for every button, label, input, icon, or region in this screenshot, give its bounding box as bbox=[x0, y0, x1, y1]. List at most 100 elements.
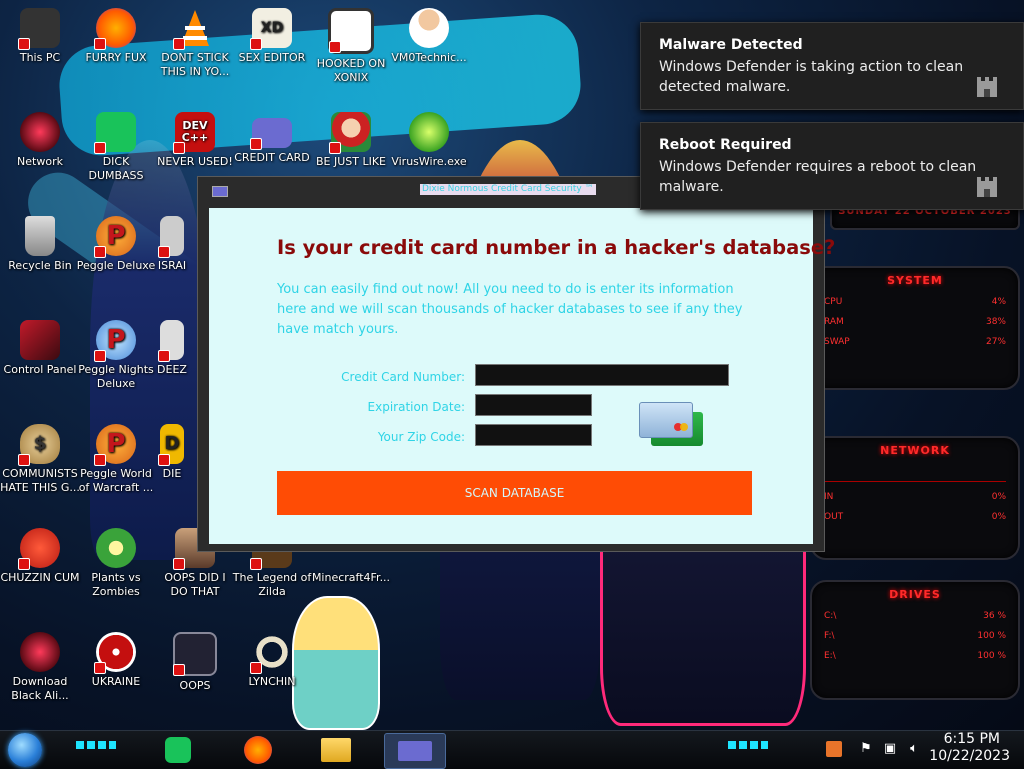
icon-label: Minecraft4Fr... bbox=[311, 571, 391, 584]
gadget-row: OUT 0% bbox=[812, 512, 1018, 522]
taskbar-file-explorer[interactable] bbox=[314, 733, 358, 767]
icon-label: VM0Technic... bbox=[391, 51, 467, 64]
row-value: 27% bbox=[985, 337, 1006, 347]
volume-icon[interactable]: 🔈︎ bbox=[906, 741, 922, 757]
row-value: 0% bbox=[991, 512, 1006, 522]
row-value: 36 % bbox=[983, 611, 1006, 621]
icon-glyph: P bbox=[106, 325, 126, 355]
icon-label: COMMUNISTS HATE THIS G... bbox=[0, 467, 80, 494]
gadget-row: F:\ 100 % bbox=[812, 631, 1018, 641]
tray-app-icon[interactable] bbox=[826, 741, 842, 757]
desktop-icon-credit-card[interactable]: CREDIT CARD bbox=[232, 112, 312, 165]
icon-label: CHUZZIN CUM bbox=[0, 571, 80, 584]
firefox-icon bbox=[94, 8, 136, 50]
icon-label: The Legend of Zilda bbox=[232, 571, 312, 598]
icon-label: Control Panel bbox=[3, 363, 77, 376]
icon-label: OOPS DID I DO THAT bbox=[164, 571, 226, 598]
alien-icon bbox=[20, 632, 60, 672]
desktop-icon-dick-dumbass[interactable]: DICK DUMBASS bbox=[76, 112, 156, 183]
hxd-icon: XD bbox=[250, 8, 292, 50]
vlc-cone-icon bbox=[173, 8, 215, 50]
network-title: NETWORK bbox=[880, 444, 950, 457]
description-text: You can easily find out now! All you nee… bbox=[277, 282, 743, 337]
taskbar-firefox[interactable] bbox=[236, 733, 280, 767]
desktop-icon-be-just-like[interactable]: BE JUST LIKE bbox=[311, 112, 391, 169]
control-panel-icon bbox=[20, 320, 60, 360]
app-icon bbox=[158, 216, 184, 258]
network-status-icon[interactable]: ▣ bbox=[882, 741, 898, 757]
icon-label: SEX EDITOR bbox=[238, 51, 306, 64]
chuzzle-icon bbox=[18, 528, 60, 570]
icon-label: DICK DUMBASS bbox=[88, 155, 144, 182]
desktop-icon-deez[interactable]: DEEZ bbox=[142, 320, 202, 377]
desktop-icon-lynching[interactable]: LYNCHIN bbox=[232, 632, 312, 689]
toast-body: Windows Defender requires a reboot to cl… bbox=[659, 159, 977, 195]
icon-label: CREDIT CARD bbox=[234, 151, 310, 164]
desktop-icon-download-black[interactable]: Download Black Ali... bbox=[0, 632, 80, 703]
start-button[interactable] bbox=[8, 733, 42, 767]
taskbar: ⚑ ▣ 🔈︎ 6:15 PM 10/22/2023 bbox=[0, 730, 1024, 769]
gadget-row: RAM 38% bbox=[812, 317, 1018, 327]
window-title: Dixie Normous Credit Card Security ™ bbox=[420, 184, 596, 195]
clock-date[interactable]: 10/22/2023 bbox=[929, 748, 1010, 764]
desktop-icon-never-used[interactable]: DEV C++ NEVER USED! bbox=[155, 112, 235, 169]
icon-label: DONT STICK THIS IN YO... bbox=[160, 51, 230, 78]
toast-malware-detected[interactable]: Malware Detected Windows Defender is tak… bbox=[640, 22, 1024, 110]
desktop-icon-oops[interactable]: OOPS bbox=[155, 632, 235, 693]
desktop-icon-furry-fux[interactable]: FURRY FUX bbox=[76, 8, 156, 65]
notes-icon bbox=[165, 737, 191, 763]
toast-reboot-required[interactable]: Reboot Required Windows Defender require… bbox=[640, 122, 1024, 210]
card-number-input[interactable] bbox=[475, 364, 729, 386]
scan-database-button[interactable]: SCAN DATABASE bbox=[277, 471, 752, 515]
zip-input[interactable] bbox=[475, 424, 592, 446]
drives-title: DRIVES bbox=[889, 588, 941, 601]
clock-time[interactable]: 6:15 PM bbox=[944, 731, 1000, 747]
desktop-icon-network[interactable]: Network bbox=[0, 112, 80, 169]
gadget-row: E:\ 100 % bbox=[812, 651, 1018, 661]
row-label: E:\ bbox=[824, 651, 836, 661]
notes-icon bbox=[94, 112, 136, 154]
desktop-icon-ukraine[interactable]: UKRAINE bbox=[76, 632, 156, 689]
defender-castle-icon bbox=[975, 177, 999, 197]
icon-label: NEVER USED! bbox=[157, 155, 233, 168]
row-label: SWAP bbox=[824, 337, 850, 347]
desktop-icon-vm0technic[interactable]: VM0Technic... bbox=[389, 8, 469, 65]
row-value: 0% bbox=[991, 492, 1006, 502]
flag-icon[interactable]: ⚑ bbox=[858, 741, 874, 757]
icon-label: FURRY FUX bbox=[85, 51, 147, 64]
desktop-icon-communists[interactable]: $ COMMUNISTS HATE THIS G... bbox=[0, 424, 80, 495]
row-label: RAM bbox=[824, 317, 844, 327]
desktop-icon-this-pc[interactable]: This PC bbox=[0, 8, 80, 65]
credit-card-security-window[interactable]: Dixie Normous Credit Card Security ™ Is … bbox=[197, 176, 835, 552]
desktop-icon-plants-vs-zombies[interactable]: Plants vs Zombies bbox=[76, 528, 156, 599]
desktop: This PC FURRY FUX DONT STICK THIS IN YO.… bbox=[0, 0, 1024, 730]
system-gadget: SYSTEM CPU 4% RAM 38% SWAP 27% bbox=[810, 266, 1020, 390]
desktop-icon-chuzzin-cum[interactable]: CHUZZIN CUM bbox=[0, 528, 80, 585]
card-number-label: Credit Card Number: bbox=[341, 370, 465, 384]
page-title: Is your credit card number in a hacker's… bbox=[277, 236, 836, 259]
peggle-icon: P bbox=[94, 216, 136, 258]
desktop-icon-die[interactable]: D DIE bbox=[142, 424, 202, 481]
network-gadget: NETWORK IN 0% OUT 0% bbox=[810, 436, 1020, 560]
taskbar-notes-app[interactable] bbox=[156, 733, 200, 767]
row-value: 100 % bbox=[977, 631, 1006, 641]
defender-castle-icon bbox=[975, 77, 999, 97]
desktop-icon-control-panel[interactable]: Control Panel bbox=[0, 320, 80, 377]
network-icon bbox=[20, 112, 60, 152]
icon-label: BE JUST LIKE bbox=[315, 155, 387, 168]
expiration-input[interactable] bbox=[475, 394, 592, 416]
desktop-icon-recycle-bin[interactable]: Recycle Bin bbox=[0, 216, 80, 273]
row-label: C:\ bbox=[824, 611, 837, 621]
desktop-icon-viruswire[interactable]: VirusWire.exe bbox=[389, 112, 469, 169]
icon-glyph: $ bbox=[33, 433, 47, 454]
money-bag-icon: $ bbox=[18, 424, 60, 466]
desktop-icon-isra[interactable]: ISRAI bbox=[142, 216, 202, 273]
row-label: CPU bbox=[824, 297, 843, 307]
taskbar-credit-card-app[interactable] bbox=[384, 733, 446, 769]
desktop-icon-hooked-on-xonix[interactable]: HOOKED ON XONIX bbox=[311, 8, 391, 85]
icon-label: VirusWire.exe bbox=[391, 155, 467, 168]
desktop-icon-sex-editor[interactable]: XD SEX EDITOR bbox=[232, 8, 312, 65]
desktop-icon-dont-stick[interactable]: DONT STICK THIS IN YO... bbox=[155, 8, 235, 79]
folder-icon bbox=[321, 738, 351, 762]
toast-title: Malware Detected bbox=[659, 37, 803, 53]
